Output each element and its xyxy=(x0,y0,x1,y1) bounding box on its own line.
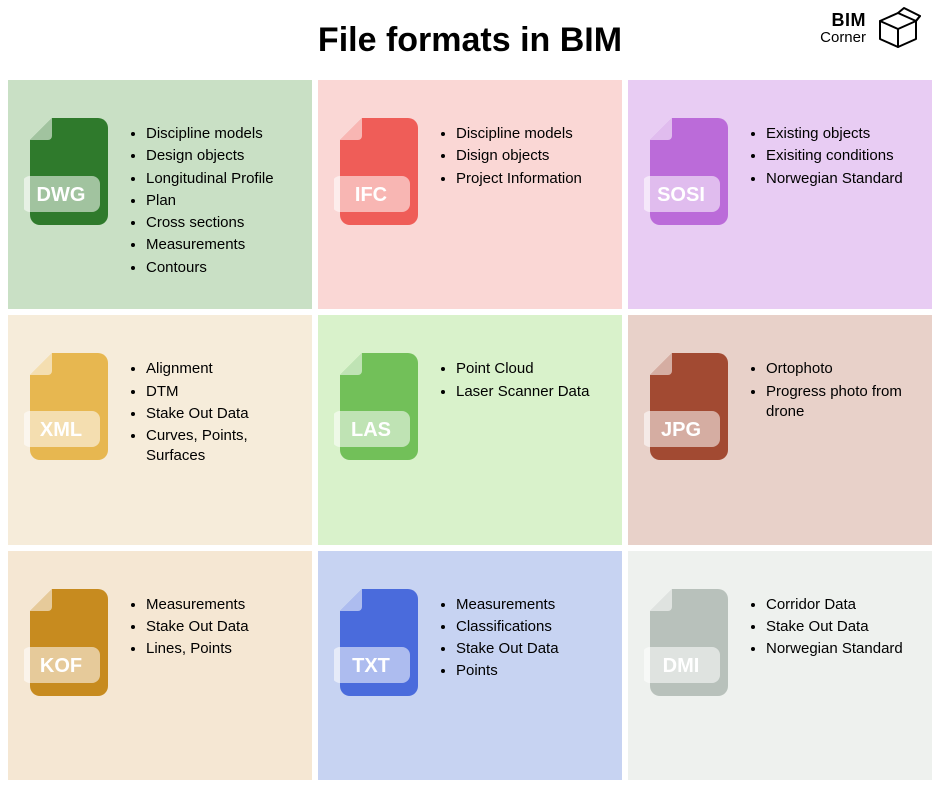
format-items-txt: MeasurementsClassificationsStake Out Dat… xyxy=(438,593,559,684)
file-icon-ifc: IFC xyxy=(334,114,424,229)
format-item: Cross sections xyxy=(146,213,274,233)
format-items-jpg: Ortophoto Progress photo from drone xyxy=(748,357,916,424)
svg-text:DWG: DWG xyxy=(37,184,86,206)
format-items-dwg: Discipline modelsDesign objects Longitudi… xyxy=(128,122,274,280)
format-item: Measurements xyxy=(146,595,249,615)
format-item: Disign objects xyxy=(456,146,582,166)
format-item: Measurements xyxy=(456,595,559,615)
box-icon xyxy=(874,6,922,50)
page: File formats in BIM BIM Corner xyxy=(0,0,940,788)
format-item: Corridor Data xyxy=(766,595,903,615)
brand-logo: BIM Corner xyxy=(820,6,922,50)
format-item: DTM xyxy=(146,382,296,402)
format-item: Stake Out Data xyxy=(146,404,296,424)
format-item: Discipline models xyxy=(146,124,274,144)
brand-line1: BIM xyxy=(820,11,866,30)
format-item: Norwegian Standard xyxy=(766,169,903,189)
page-title: File formats in BIM xyxy=(318,21,622,60)
format-items-dmi: Corridor DataStake Out DataNorwegian Sta… xyxy=(748,593,903,662)
format-item: Points xyxy=(456,661,559,681)
format-item: Measurements xyxy=(146,235,274,255)
file-icon-kof: KOF xyxy=(24,585,114,700)
format-card-txt: TXT MeasurementsClassificationsStake Out… xyxy=(318,551,622,780)
format-items-las: Point Cloud Laser Scanner Data xyxy=(438,357,589,404)
svg-text:DMI: DMI xyxy=(663,655,700,677)
file-icon-las: LAS xyxy=(334,349,424,464)
format-item: Contours xyxy=(146,258,274,278)
format-item: Stake Out Data xyxy=(146,617,249,637)
file-icon-sosi: SOSI xyxy=(644,114,734,229)
format-card-sosi: SOSI Existing objectsExisiting condition… xyxy=(628,80,932,309)
format-card-dmi: DMI Corridor DataStake Out DataNorwegian… xyxy=(628,551,932,780)
format-card-dwg: DWG Discipline modelsDesign objects Longi… xyxy=(8,80,312,309)
format-item: Ortophoto xyxy=(766,359,916,379)
svg-text:XML: XML xyxy=(40,419,82,441)
format-item: Exisiting conditions xyxy=(766,146,903,166)
format-card-jpg: JPG Ortophoto Progress photo from drone xyxy=(628,315,932,544)
format-item: Point Cloud xyxy=(456,359,589,379)
format-item: Progress photo from drone xyxy=(766,382,916,423)
format-card-xml: XML Alignment DTMStake Out DataCurves, Po… xyxy=(8,315,312,544)
format-card-ifc: IFC Discipline modelsDisign objects Proje… xyxy=(318,80,622,309)
svg-text:TXT: TXT xyxy=(352,655,390,677)
format-item: Lines, Points xyxy=(146,639,249,659)
file-icon-dwg: DWG xyxy=(24,114,114,229)
format-item: Norwegian Standard xyxy=(766,639,903,659)
format-item: Curves, Points, Surfaces xyxy=(146,426,296,467)
format-item: Stake Out Data xyxy=(766,617,903,637)
format-items-sosi: Existing objectsExisiting conditions Norw… xyxy=(748,122,903,191)
format-items-xml: Alignment DTMStake Out DataCurves, Points… xyxy=(128,357,296,468)
format-item: Discipline models xyxy=(456,124,582,144)
format-grid: DWG Discipline modelsDesign objectsLongi… xyxy=(0,80,940,788)
format-item: Stake Out Data xyxy=(456,639,559,659)
file-icon-xml: XML xyxy=(24,349,114,464)
brand-text: BIM Corner xyxy=(820,11,866,46)
svg-text:SOSI: SOSI xyxy=(657,184,705,206)
svg-text:JPG: JPG xyxy=(661,419,701,441)
format-item: Longitudinal Profile xyxy=(146,169,274,189)
format-item: Existing objects xyxy=(766,124,903,144)
brand-line2: Corner xyxy=(820,30,866,46)
format-card-kof: KOF MeasurementsStake Out DataLines, Poi… xyxy=(8,551,312,780)
file-icon-dmi: DMI xyxy=(644,585,734,700)
file-icon-txt: TXT xyxy=(334,585,424,700)
format-item: Project Information xyxy=(456,169,582,189)
format-item: Laser Scanner Data xyxy=(456,382,589,402)
svg-text:LAS: LAS xyxy=(351,419,391,441)
format-item: Design objects xyxy=(146,146,274,166)
format-items-ifc: Discipline modelsDisign objects Project I… xyxy=(438,122,582,191)
format-item: Alignment xyxy=(146,359,296,379)
format-item: Plan xyxy=(146,191,274,211)
svg-text:KOF: KOF xyxy=(40,655,82,677)
format-items-kof: MeasurementsStake Out DataLines, Points xyxy=(128,593,249,662)
svg-text:IFC: IFC xyxy=(355,184,387,206)
format-card-las: LAS Point Cloud Laser Scanner Data xyxy=(318,315,622,544)
format-item: Classifications xyxy=(456,617,559,637)
header: File formats in BIM BIM Corner xyxy=(0,0,940,80)
file-icon-jpg: JPG xyxy=(644,349,734,464)
